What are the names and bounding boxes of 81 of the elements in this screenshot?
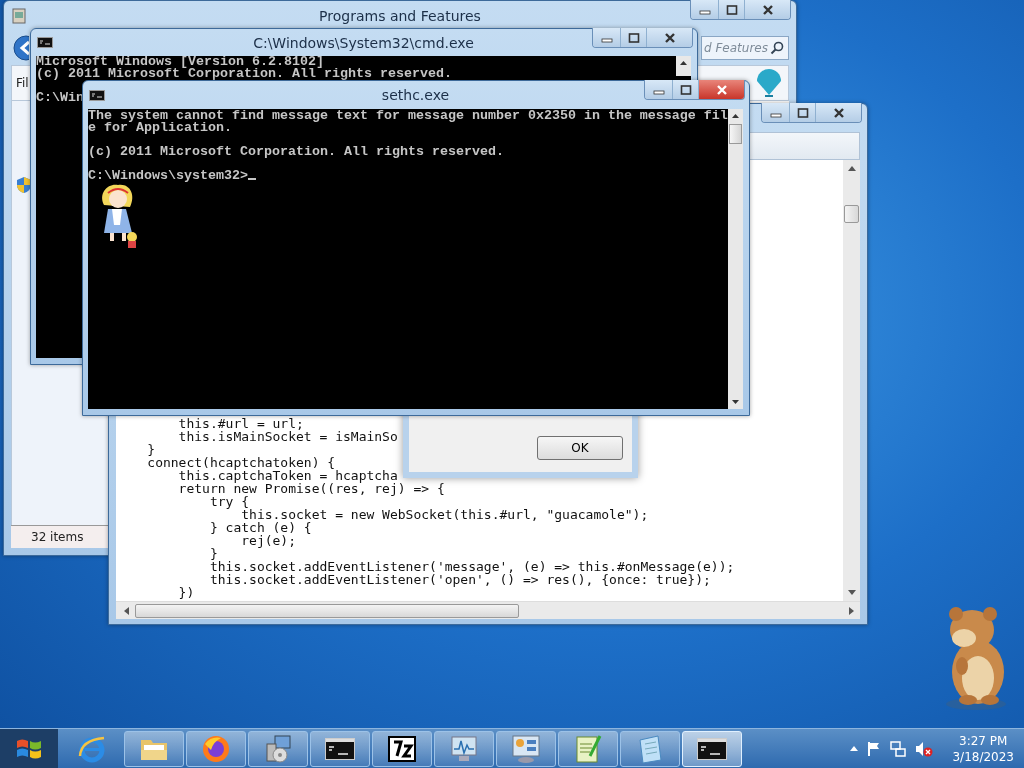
maximize-icon (725, 4, 738, 15)
scroll-thumb[interactable] (844, 205, 859, 223)
scroll-down-icon (732, 400, 739, 404)
console-line: C:\Win (36, 90, 84, 105)
maximize-icon (796, 107, 809, 118)
archive-icon (388, 735, 416, 762)
vertical-scrollbar[interactable] (676, 56, 691, 76)
clock-time: 3:27 PM (959, 732, 1008, 749)
ok-button[interactable]: OK (537, 436, 623, 460)
firefox-icon (201, 733, 231, 764)
console-line: The system cannot find message text for message number 0x2350 in the message fil (88, 109, 728, 123)
code-line: return new Promise((res, rej) => { (177, 482, 445, 495)
console-icon (37, 37, 53, 48)
menu-item[interactable]: Fil (16, 76, 29, 90)
window-title: sethc.exe (381, 87, 450, 103)
code-line: rej(e); (240, 534, 296, 547)
close-button[interactable] (698, 80, 744, 99)
scroll-up-icon (732, 114, 739, 118)
close-button[interactable] (815, 103, 861, 122)
taskbar-button[interactable] (372, 730, 432, 767)
shell-icon (754, 69, 784, 97)
code-line: this.isMainSocket = isMainSo (177, 430, 398, 443)
code-line: } (208, 547, 218, 560)
maximize-button[interactable] (718, 0, 744, 19)
code-line: this.captchaToken = hcaptcha (178, 469, 398, 482)
scroll-left-icon (124, 606, 129, 615)
close-button[interactable] (646, 28, 692, 47)
window-title: Programs and Features (319, 8, 481, 24)
console-line: C:\Windows\system32> (88, 168, 248, 183)
status-text: 32 items (31, 530, 84, 544)
close-icon (715, 84, 728, 95)
code-line: connect(hcaptchatoken) { (146, 456, 336, 469)
notepad-icon (636, 733, 664, 764)
volume-muted-icon[interactable] (915, 740, 934, 757)
start-button[interactable] (0, 728, 58, 768)
code-line: } (146, 443, 156, 456)
maximize-button[interactable] (620, 28, 646, 47)
close-icon (832, 107, 845, 118)
code-line: this.socket.addEventListener('message', (e) => this.#onMessage(e)); (208, 560, 735, 573)
computer-disc-icon (263, 733, 293, 764)
maximize-icon (627, 32, 640, 43)
vertical-scrollbar[interactable] (728, 109, 743, 409)
search-field[interactable]: d Features (701, 36, 789, 60)
close-icon (761, 4, 774, 15)
code-line: }) (177, 586, 195, 599)
scroll-up-icon (847, 166, 856, 171)
monitor-icon (449, 734, 479, 763)
scroll-thumb[interactable] (729, 124, 742, 144)
code-line: this.socket.addEventListener('open', () => res(), {once: true}); (208, 573, 711, 586)
vertical-scrollbar[interactable] (843, 160, 860, 601)
back-icon[interactable] (13, 35, 29, 61)
taskbar-button[interactable] (310, 730, 370, 767)
window-title: C:\Windows\System32\cmd.exe (253, 34, 474, 51)
network-icon[interactable] (890, 740, 907, 757)
close-icon (663, 32, 676, 43)
clock[interactable]: 3:27 PM 3/18/2023 (952, 732, 1014, 765)
scroll-thumb[interactable] (135, 603, 519, 618)
show-hidden-icons-icon[interactable] (850, 746, 859, 751)
close-button[interactable] (744, 0, 790, 19)
clock-date: 3/18/2023 (952, 748, 1014, 765)
scroll-right-icon (849, 606, 854, 615)
code-line: } catch (e) { (208, 521, 312, 534)
control-panel-icon (511, 733, 541, 764)
console-line: (c) 2011 Microsoft Corporation. All rights reserved. (88, 144, 504, 159)
maximize-icon (679, 84, 692, 95)
console-icon (697, 737, 727, 760)
code-line: this.socket = new WebSocket(this.#url, "guacamole"); (240, 508, 649, 521)
shield-icon[interactable] (16, 176, 32, 194)
window-icon (12, 8, 26, 24)
maximize-button[interactable] (672, 80, 698, 99)
horizontal-scrollbar[interactable] (116, 601, 860, 619)
console-icon (325, 737, 355, 760)
flag-icon[interactable] (867, 740, 882, 757)
scroll-down-icon (847, 590, 856, 595)
code-line: this.#url = url; (177, 417, 304, 430)
search-icon (770, 41, 784, 55)
notepad-plus-icon (574, 733, 602, 764)
maximize-button[interactable] (789, 103, 815, 122)
console-icon (89, 89, 105, 101)
text-cursor (247, 178, 256, 180)
code-line: try { (208, 495, 250, 508)
